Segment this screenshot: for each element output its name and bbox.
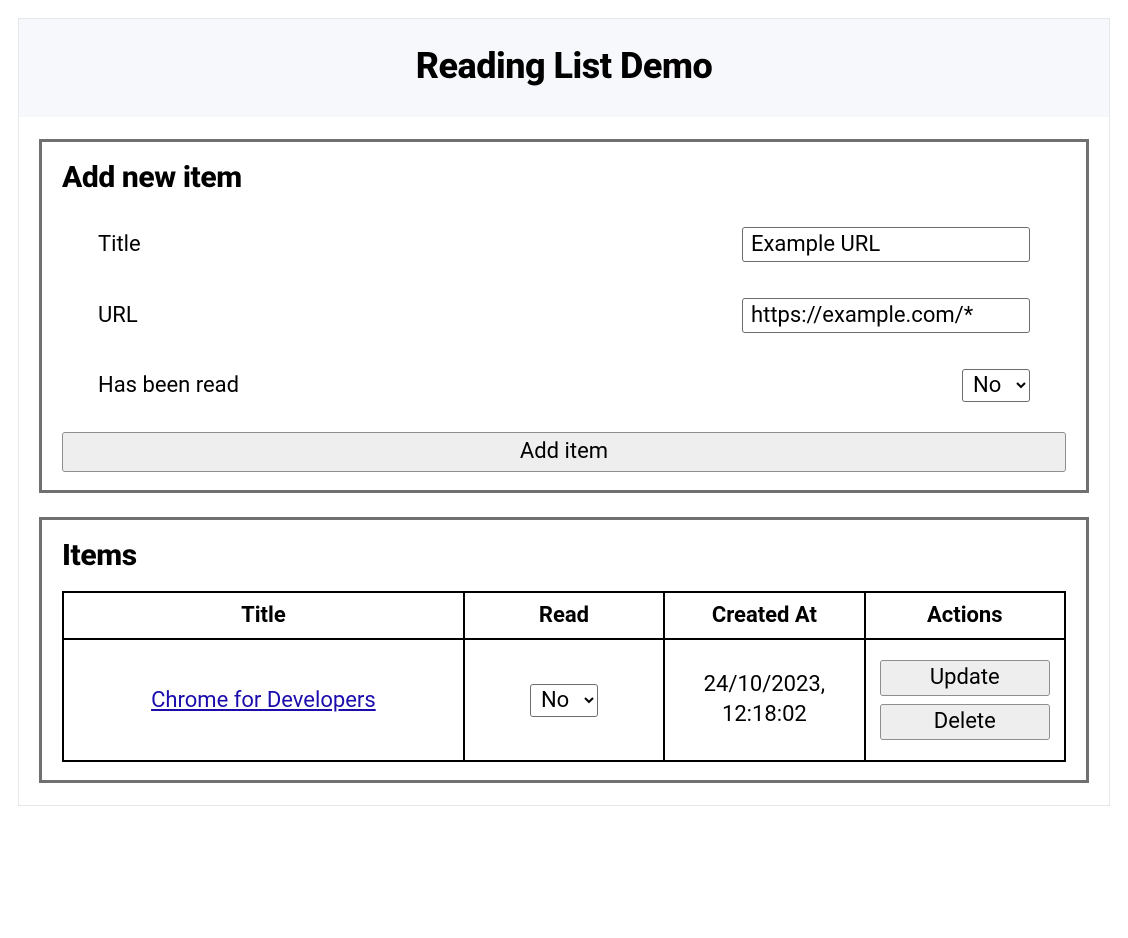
add-item-form: Title URL Has been read bbox=[62, 213, 1066, 424]
add-item-heading: Add new item bbox=[62, 160, 1066, 195]
items-panel: Items Title Read Created At Actions Chro… bbox=[39, 517, 1089, 783]
items-heading: Items bbox=[62, 538, 1066, 573]
delete-button[interactable]: Delete bbox=[880, 704, 1050, 740]
table-row: Chrome for Developers NoYes 24/10/2023, … bbox=[63, 639, 1065, 761]
title-label: Title bbox=[98, 232, 141, 257]
has-been-read-label: Has been read bbox=[98, 373, 239, 398]
col-header-created-at: Created At bbox=[664, 592, 864, 639]
content-area: Add new item Title URL bbox=[19, 117, 1109, 805]
created-at-line1: 24/10/2023, bbox=[704, 672, 825, 697]
col-header-actions: Actions bbox=[865, 592, 1065, 639]
created-at-line2: 12:18:02 bbox=[722, 702, 807, 727]
app-card: Reading List Demo Add new item Title URL bbox=[18, 18, 1110, 806]
created-at-value: 24/10/2023, 12:18:02 bbox=[673, 670, 855, 729]
url-input[interactable] bbox=[742, 298, 1030, 333]
col-header-read: Read bbox=[464, 592, 664, 639]
add-item-panel: Add new item Title URL bbox=[39, 139, 1089, 493]
items-table: Title Read Created At Actions Chrome for… bbox=[62, 591, 1066, 762]
title-input[interactable] bbox=[742, 227, 1030, 262]
row-read-select[interactable]: NoYes bbox=[530, 684, 598, 717]
page-header: Reading List Demo bbox=[19, 19, 1109, 117]
add-item-button[interactable]: Add item bbox=[62, 432, 1066, 472]
page-title: Reading List Demo bbox=[39, 45, 1089, 87]
has-been-read-select[interactable]: NoYes bbox=[962, 369, 1030, 402]
item-title-link[interactable]: Chrome for Developers bbox=[151, 688, 376, 713]
update-button[interactable]: Update bbox=[880, 660, 1050, 696]
col-header-title: Title bbox=[63, 592, 464, 639]
url-label: URL bbox=[98, 303, 138, 328]
